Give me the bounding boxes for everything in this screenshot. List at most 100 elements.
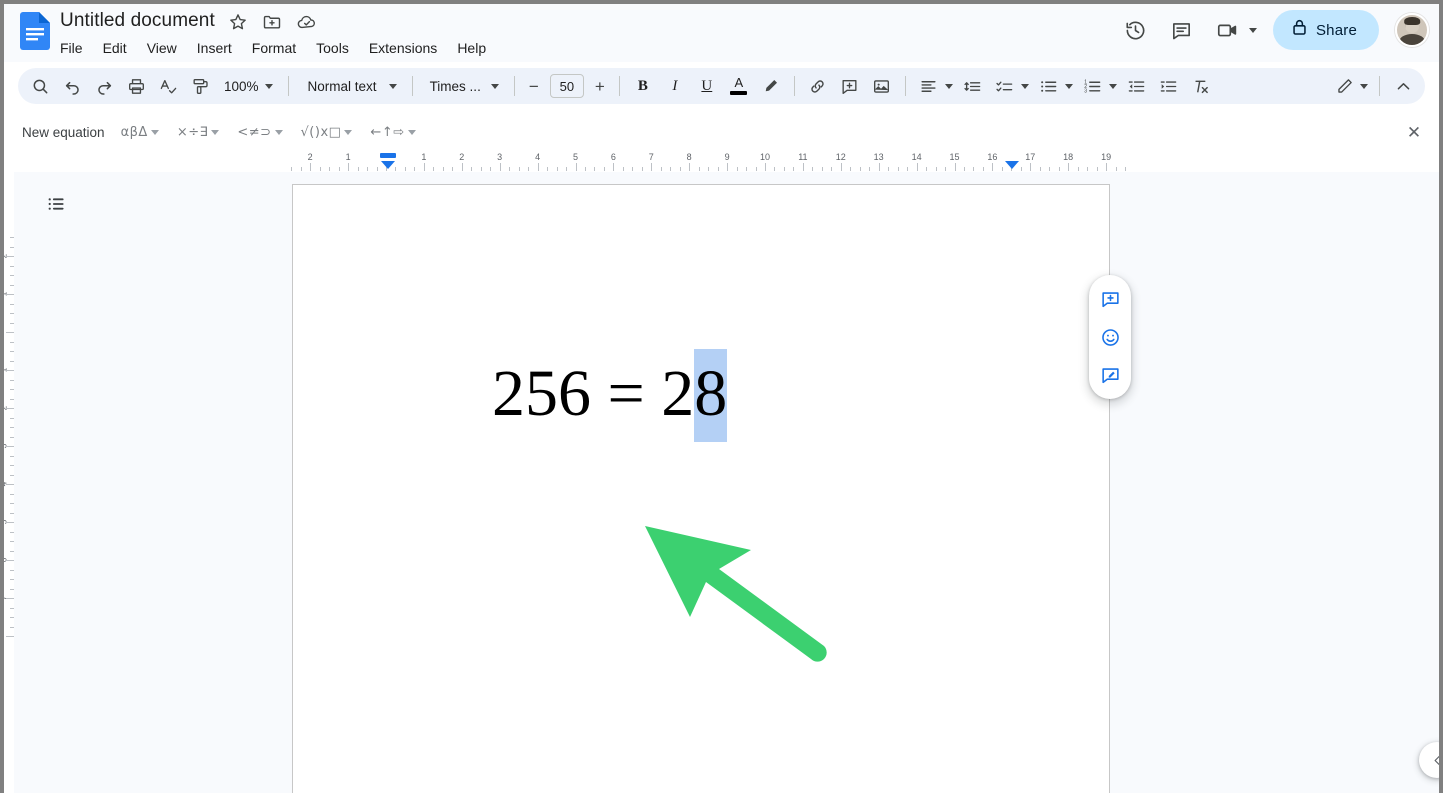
menu-item-file[interactable]: File [60,36,93,60]
equation-selected-text[interactable]: 8 [694,348,728,442]
vruler-tick [6,522,14,523]
menu-item-format[interactable]: Format [242,36,306,60]
share-button[interactable]: Share [1272,10,1379,50]
star-icon[interactable] [228,12,248,32]
ruler-tick [518,167,520,171]
chevron-down-icon[interactable] [150,129,159,135]
ruler-tick [357,167,359,171]
ruler-tick [1096,167,1098,171]
redo-icon[interactable] [90,72,118,100]
zoom-control[interactable]: 100% [216,72,281,100]
bulleted-list-icon[interactable] [1035,72,1063,100]
clear-formatting-icon[interactable] [1187,72,1215,100]
increase-font-size-button[interactable]: + [588,78,612,95]
chevron-down-icon[interactable] [1064,83,1073,89]
avatar[interactable] [1395,13,1429,47]
move-to-folder-icon[interactable] [262,12,282,32]
video-camera-icon[interactable] [1208,10,1248,50]
ruler-tick [367,167,369,171]
equation-group-misc-operations[interactable]: √()x□ [299,123,355,142]
chevron-down-icon[interactable] [264,83,273,89]
chevron-down-icon[interactable] [388,83,397,89]
chevron-down-icon[interactable] [344,129,353,135]
ruler-tick [348,163,350,171]
text-color-button[interactable]: A [725,72,753,100]
avatar-hair [1404,17,1420,26]
chevron-down-icon[interactable] [490,83,499,89]
equation-group-arrows[interactable]: ←↑⇨ [368,123,417,142]
ruler-tick [556,167,558,171]
equation-group-greek-letters[interactable]: αβΔ [119,123,161,142]
highlight-pen-icon[interactable] [757,72,785,100]
decrease-font-size-button[interactable]: − [522,78,546,95]
cloud-saved-icon[interactable] [296,12,316,32]
ruler-tick [1068,163,1070,171]
font-family-dropdown[interactable]: Times ... [420,72,507,100]
search-icon[interactable] [26,72,54,100]
menu-item-extensions[interactable]: Extensions [359,36,447,60]
decrease-indent-icon[interactable] [1123,72,1151,100]
chevron-down-icon[interactable] [274,129,283,135]
page-title[interactable]: Untitled document [60,8,215,34]
left-indent-marker[interactable] [380,153,396,158]
paragraph-style-dropdown[interactable]: Normal text [296,72,405,100]
ruler-tick [414,167,416,171]
chevron-down-icon[interactable] [1360,83,1368,89]
pen-edit-mode-icon[interactable] [1330,72,1358,100]
checklist-icon[interactable] [991,72,1019,100]
add-comment-icon[interactable] [1094,283,1126,315]
chevron-down-icon[interactable] [407,129,416,135]
chevron-down-icon[interactable] [1108,83,1117,89]
horizontal-ruler[interactable]: 2 1 1 2 3 4 5 6 7 8 9 10 11 12 13 14 15 16 17 18 19 [0,152,1443,172]
menu-item-edit[interactable]: Edit [93,36,137,60]
left-indent-triangle[interactable] [381,161,395,169]
menu-item-help[interactable]: Help [447,36,496,60]
ruler-number: 10 [759,152,771,162]
underline-button[interactable]: U [693,72,721,100]
align-left-icon[interactable] [915,72,943,100]
font-size-input[interactable]: 50 [549,74,584,98]
chevron-down-icon[interactable] [1020,83,1029,89]
ruler-tick [547,167,549,171]
comment-history-icon[interactable] [1162,10,1202,50]
chevron-down-icon[interactable] [1248,27,1257,33]
equation-group-relations[interactable]: <≠⊃ [235,123,284,142]
paint-format-icon[interactable] [186,72,214,100]
ruler-number: 1 [421,152,427,162]
right-indent-marker[interactable] [1005,161,1019,169]
bold-button[interactable]: B [629,72,657,100]
ruler-tick [736,167,738,171]
spellcheck-icon[interactable] [154,72,182,100]
equation-group-math-operations[interactable]: ×÷∃ [175,123,222,142]
google-docs-logo[interactable] [20,12,50,50]
add-comment-icon[interactable] [836,72,864,100]
numbered-list-icon[interactable]: 1 2 3 [1079,72,1107,100]
ruler-tick [935,167,937,171]
print-icon[interactable] [122,72,150,100]
version-history-icon[interactable] [1116,10,1156,50]
ruler-number: 16 [987,152,998,162]
menu-item-insert[interactable]: Insert [187,36,242,60]
menu-item-view[interactable]: View [137,36,187,60]
add-emoji-reaction-icon[interactable] [1094,321,1126,353]
toolbar-divider [618,76,620,96]
document-outline-icon[interactable] [38,186,74,222]
document-page[interactable]: 256 = 28 [292,184,1110,793]
equation-text[interactable]: 256 = 28 [393,285,728,503]
chevron-down-icon[interactable] [944,83,953,89]
suggest-edit-icon[interactable] [1094,359,1126,391]
close-icon[interactable]: ✕ [1403,122,1425,144]
ruler-tick [717,167,719,171]
new-equation-button[interactable]: New equation [22,125,105,140]
italic-button[interactable]: I [661,72,689,100]
meet-button[interactable] [1208,10,1261,50]
chevron-down-icon[interactable] [211,129,220,135]
menu-item-tools[interactable]: Tools [306,36,359,60]
insert-image-icon[interactable] [868,72,896,100]
line-spacing-icon[interactable] [959,72,987,100]
undo-icon[interactable] [58,72,86,100]
increase-indent-icon[interactable] [1155,72,1183,100]
chevron-up-icon[interactable] [1389,72,1417,100]
vruler-tick [6,560,14,561]
insert-link-icon[interactable] [804,72,832,100]
